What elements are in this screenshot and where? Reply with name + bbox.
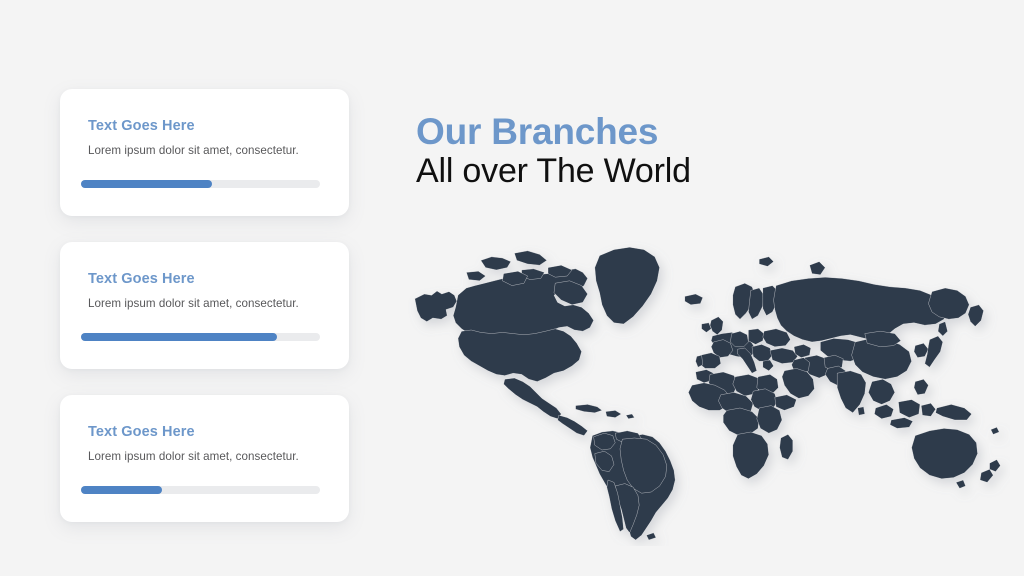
country-portugal: [695, 355, 703, 368]
island-hispaniola: [605, 410, 622, 418]
page-title: Our Branches: [416, 111, 659, 152]
country-japan: [924, 335, 943, 368]
island-svalbard: [759, 256, 774, 267]
region-kamchatka: [967, 304, 984, 327]
country-russia: [773, 277, 948, 343]
country-greenland: [594, 247, 660, 325]
card-description: Lorem ipsum dolor sit amet, consectetur.: [88, 296, 299, 310]
island-philippines: [913, 379, 929, 395]
country-ukraine: [762, 328, 791, 347]
island-arctic-1: [480, 256, 511, 271]
island-arctic-2: [514, 250, 547, 266]
card-description: Lorem ipsum dolor sit amet, consectetur.: [88, 143, 299, 157]
country-australia: [911, 428, 978, 479]
country-poland: [748, 328, 765, 345]
island-falkland: [646, 532, 657, 541]
progress-bar-track: [81, 333, 320, 341]
island-novaya-zemlya: [809, 261, 826, 275]
country-new-zealand-north: [989, 459, 1001, 472]
country-united-states: [457, 328, 582, 382]
world-map: [404, 228, 1010, 546]
island-arctic-5: [466, 271, 486, 281]
page-subtitle: All over The World: [416, 152, 691, 191]
info-card[interactable]: Text Goes Here Lorem ipsum dolor sit ame…: [60, 395, 349, 522]
card-title: Text Goes Here: [88, 424, 195, 440]
region-southeast-asia: [868, 379, 895, 405]
progress-bar-fill: [81, 333, 277, 341]
island-sumatra: [874, 404, 894, 419]
country-alaska: [414, 290, 457, 322]
island-fiji: [990, 427, 1000, 435]
progress-bar-fill: [81, 180, 213, 188]
country-sweden: [748, 287, 765, 320]
region-central-africa: [723, 407, 760, 436]
country-new-zealand-south: [979, 469, 994, 483]
country-united-kingdom: [709, 316, 724, 335]
island-sulawesi: [921, 403, 936, 417]
country-iceland: [684, 293, 703, 305]
info-card[interactable]: Text Goes Here Lorem ipsum dolor sit ame…: [60, 89, 349, 216]
island-cuba: [575, 404, 603, 413]
island-borneo: [898, 399, 921, 418]
island-new-guinea: [935, 404, 972, 421]
card-title: Text Goes Here: [88, 271, 195, 287]
world-map-svg: [414, 247, 1001, 541]
progress-bar-track: [81, 180, 320, 188]
page-heading-block: Our Branches All over The World: [416, 112, 691, 191]
country-mexico: [503, 377, 562, 419]
island-sakhalin: [937, 321, 948, 337]
region-central-america: [557, 415, 588, 436]
country-ireland: [701, 322, 712, 333]
island-java: [889, 417, 913, 429]
info-card[interactable]: Text Goes Here Lorem ipsum dolor sit ame…: [60, 242, 349, 369]
island-sri-lanka: [857, 406, 865, 416]
progress-bar-track: [81, 486, 320, 494]
country-greece: [762, 359, 774, 371]
map-landmasses: [414, 247, 1001, 541]
island-madagascar: [779, 434, 793, 460]
region-balkans: [751, 344, 773, 362]
info-card-list: Text Goes Here Lorem ipsum dolor sit ame…: [60, 89, 349, 522]
progress-bar-fill: [81, 486, 163, 494]
region-korea-japan: [913, 343, 929, 358]
country-india: [837, 370, 867, 413]
region-horn-of-africa: [774, 394, 797, 411]
region-southern-africa: [732, 431, 769, 479]
region-east-africa: [756, 405, 783, 434]
card-description: Lorem ipsum dolor sit amet, consectetur.: [88, 449, 299, 463]
island-tasmania: [955, 479, 966, 489]
country-germany: [730, 331, 749, 347]
island-caribbean-small: [625, 413, 635, 419]
card-title: Text Goes Here: [88, 118, 195, 134]
